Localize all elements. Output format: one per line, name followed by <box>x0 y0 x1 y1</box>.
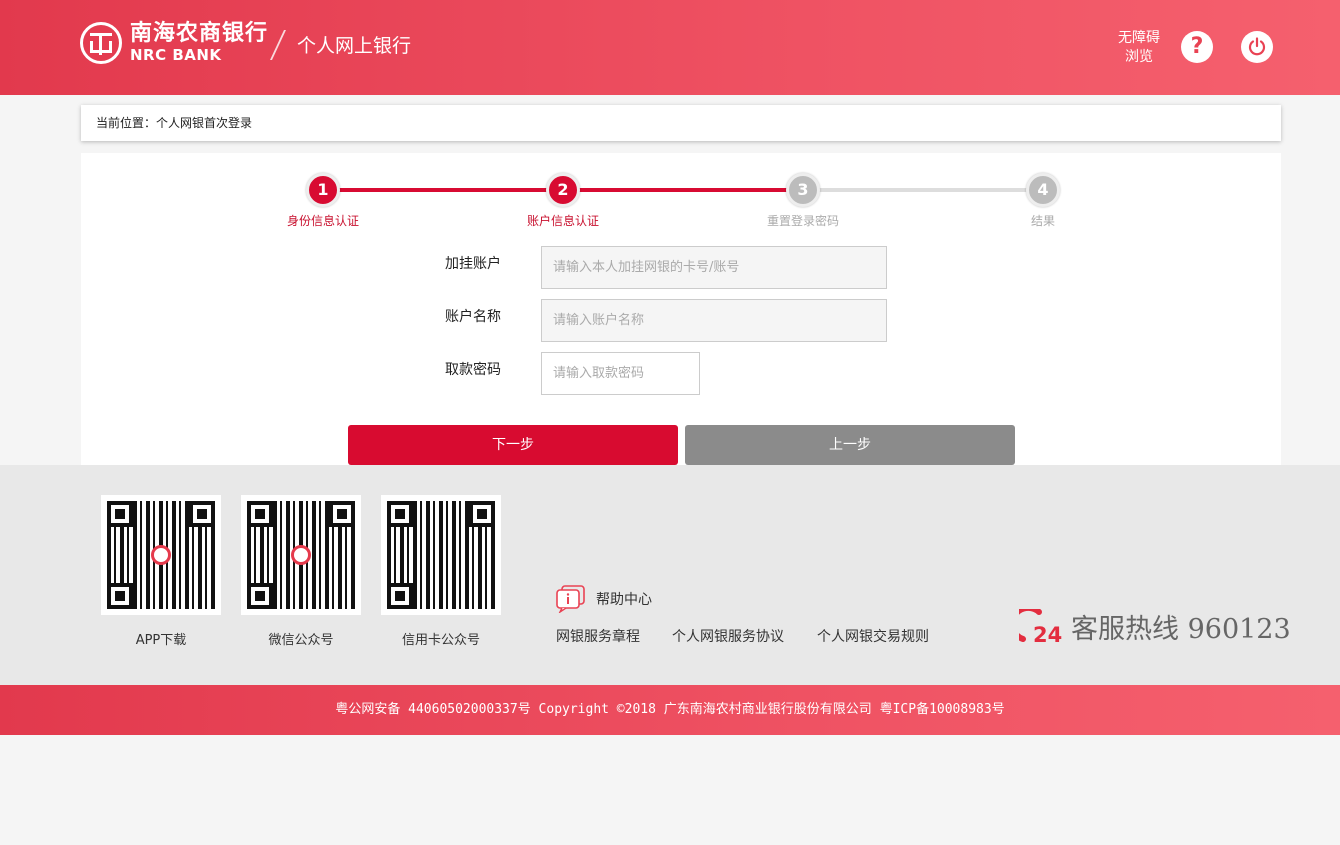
bank-name-cn: 南海农商银行 <box>130 21 269 46</box>
account-input[interactable] <box>541 246 887 289</box>
qr-label: 微信公众号 <box>268 633 334 648</box>
qr-code-image <box>381 495 501 615</box>
logout-button[interactable] <box>1241 31 1273 63</box>
header-bar: 南海农商银行 NRC BANK 个人网上银行 无障碍 浏览 ? <box>0 0 1340 95</box>
accessibility-link[interactable]: 无障碍 浏览 <box>1113 29 1165 67</box>
step-label: 账户信息认证 <box>526 214 599 228</box>
account-name-label: 账户名称 <box>445 309 501 325</box>
hotline: 24 客服热线 960123 <box>1019 607 1291 646</box>
help-center-link[interactable]: 帮助中心 <box>556 585 652 613</box>
withdraw-password-label: 取款密码 <box>445 362 501 378</box>
qr-label: 信用卡公众号 <box>401 633 480 648</box>
info-chat-icon <box>556 585 585 613</box>
question-icon: ? <box>1190 34 1204 59</box>
step-number: 4 <box>1026 173 1060 207</box>
step-label: 身份信息认证 <box>286 214 359 228</box>
bank-name-en: NRC BANK <box>130 46 222 64</box>
accessibility-label-2: 浏览 <box>1125 49 1153 65</box>
step-number: 3 <box>786 173 820 207</box>
qr-code-image <box>241 495 361 615</box>
link-transaction-rules[interactable]: 个人网银交易规则 <box>817 626 929 646</box>
bank-logo-icon <box>291 545 311 565</box>
qr-code-image <box>101 495 221 615</box>
phone-24h-icon: 24 <box>1019 608 1062 645</box>
link-service-charter[interactable]: 网银服务章程 <box>556 626 640 646</box>
link-service-agreement[interactable]: 个人网银服务协议 <box>672 626 784 646</box>
site-subtitle: 个人网上银行 <box>297 35 412 57</box>
account-name-input[interactable] <box>541 299 887 342</box>
help-button[interactable]: ? <box>1181 31 1213 63</box>
qr-label: APP下载 <box>135 633 187 648</box>
step-4: 4 结果 <box>983 173 1103 229</box>
main-panel: 1 身份信息认证 2 账户信息认证 3 重置登录密码 4 结果 加挂账户 账户名… <box>81 153 1281 465</box>
step-label: 重置登录密码 <box>766 214 839 228</box>
step-2: 2 账户信息认证 <box>503 173 623 229</box>
help-center-label: 帮助中心 <box>596 592 652 608</box>
hotline-badge-text: 24 <box>1033 623 1062 645</box>
qr-wechat-account: 微信公众号 <box>241 495 361 648</box>
step-number: 1 <box>306 173 340 207</box>
qr-credit-card-account: 信用卡公众号 <box>381 495 501 648</box>
next-step-button[interactable]: 下一步 <box>348 425 678 465</box>
hotline-text: 客服热线 960123 <box>1071 614 1291 645</box>
copyright-bar: 粤公网安备 44060502000337号 Copyright ©2018 广东… <box>0 685 1340 735</box>
bank-logo-icon <box>80 22 122 64</box>
step-1: 1 身份信息认证 <box>263 173 383 229</box>
footer-info: APP下载 微信公众号 信用卡公众号 帮助中心 网银服务章程 个人网银服务协议 … <box>0 465 1340 685</box>
previous-step-button[interactable]: 上一步 <box>685 425 1015 465</box>
qr-app-download: APP下载 <box>101 495 221 648</box>
withdraw-password-input[interactable] <box>541 352 700 395</box>
account-label: 加挂账户 <box>445 256 501 272</box>
step-3: 3 重置登录密码 <box>743 173 863 229</box>
bank-logo[interactable]: 南海农商银行 NRC BANK <box>80 22 268 64</box>
accessibility-label-1: 无障碍 <box>1118 30 1160 46</box>
step-number: 2 <box>546 173 580 207</box>
step-label: 结果 <box>1030 214 1055 228</box>
power-icon <box>1248 37 1266 56</box>
bank-logo-icon <box>151 545 171 565</box>
breadcrumb: 当前位置：个人网银首次登录 <box>81 105 1281 141</box>
logo-divider <box>270 30 286 60</box>
